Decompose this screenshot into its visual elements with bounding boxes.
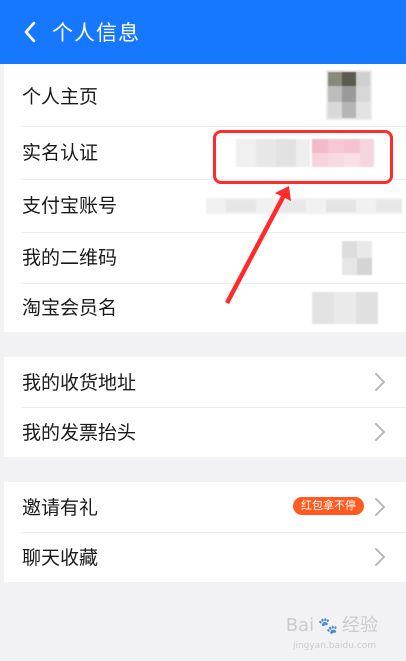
row-shipping-address[interactable]: 我的收货地址: [4, 357, 406, 407]
row-my-qr-code-label: 我的二维码: [22, 247, 118, 269]
more-group: 邀请有礼 红包拿不停 聊天收藏: [4, 482, 406, 582]
app-header: 个人信息: [0, 0, 406, 64]
annotation-highlight-box: [213, 130, 393, 184]
row-homepage[interactable]: 个人主页: [4, 64, 406, 126]
row-homepage-label: 个人主页: [22, 86, 99, 108]
row-alipay-account[interactable]: 支付宝账号: [4, 180, 406, 232]
paw-icon: 🐾: [318, 616, 338, 635]
profile-info-group: 个人主页 实名认证 支付宝账号 我的二维码 淘宝会员名: [4, 64, 406, 332]
watermark-site: jingyan.baidu.com: [292, 641, 376, 651]
row-invoice-title-label: 我的发票抬头: [22, 422, 137, 444]
watermark-brand: Bai: [285, 615, 315, 636]
alipay-account-value-blurred: [206, 198, 402, 214]
chevron-right-icon: [375, 498, 385, 516]
chevron-right-icon: [375, 548, 385, 566]
qr-code-thumbnail-blurred: [342, 241, 372, 275]
row-taobao-member-label: 淘宝会员名: [22, 297, 118, 319]
back-button[interactable]: [14, 16, 46, 48]
page-title: 个人信息: [52, 21, 140, 45]
promo-badge: 红包拿不停: [293, 497, 364, 515]
row-invoice-title[interactable]: 我的发票抬头: [4, 408, 406, 457]
row-invite-gift[interactable]: 邀请有礼 红包拿不停: [4, 482, 406, 532]
row-chat-favorites-label: 聊天收藏: [22, 547, 99, 569]
row-taobao-member-name[interactable]: 淘宝会员名: [4, 284, 406, 332]
address-group: 我的收货地址 我的发票抬头: [4, 357, 406, 457]
chevron-right-icon: [375, 373, 385, 391]
chevron-right-icon: [375, 423, 385, 441]
row-my-qr-code[interactable]: 我的二维码: [4, 233, 406, 283]
chevron-left-icon: [24, 21, 36, 43]
row-invite-gift-label: 邀请有礼: [22, 497, 99, 519]
row-alipay-account-label: 支付宝账号: [22, 195, 118, 217]
row-chat-favorites[interactable]: 聊天收藏: [4, 533, 406, 582]
row-shipping-address-label: 我的收货地址: [22, 372, 137, 394]
taobao-member-value-blurred: [312, 292, 378, 324]
baidu-watermark: Bai 🐾 经验: [286, 611, 378, 637]
watermark-suffix: 经验: [342, 615, 378, 636]
row-real-name-label: 实名认证: [22, 142, 99, 164]
avatar: [326, 70, 372, 120]
